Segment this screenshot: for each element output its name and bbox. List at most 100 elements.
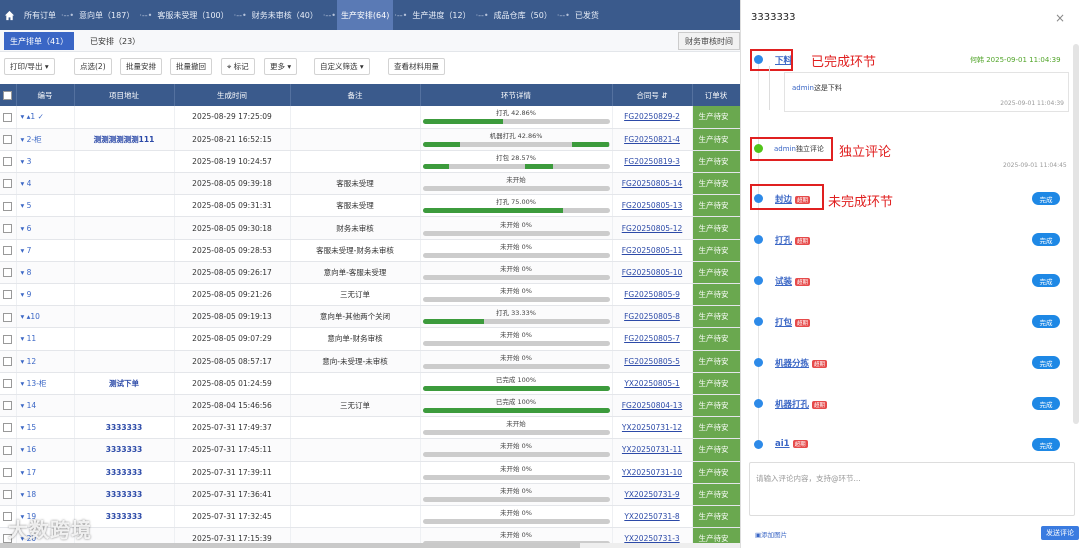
project-address[interactable] xyxy=(74,172,175,196)
row-number[interactable]: ▾ 2-柜 xyxy=(16,128,75,151)
contract-link[interactable]: FG20250821-4 xyxy=(612,128,693,151)
nav-crumb-5[interactable]: 生产进度（12） xyxy=(408,0,474,30)
nav-crumb-1[interactable]: 意向单（187） xyxy=(75,0,138,30)
node-name[interactable]: 打孔 超期 xyxy=(775,234,811,246)
print-export-dropdown[interactable]: 打印/导出 ▾ xyxy=(4,58,55,75)
close-icon[interactable]: × xyxy=(1055,11,1065,25)
progress-cell[interactable]: 打孔 75.00% xyxy=(420,194,613,218)
row-checkbox[interactable] xyxy=(0,239,17,262)
row-number[interactable]: ▾ 3 xyxy=(16,150,75,174)
project-address[interactable] xyxy=(74,194,175,218)
row-checkbox[interactable] xyxy=(0,327,17,351)
col-address[interactable]: 项目地址 xyxy=(74,84,175,106)
home-icon[interactable] xyxy=(4,9,16,21)
progress-cell[interactable]: 未开始 0% xyxy=(420,216,613,240)
comment-user[interactable]: admin xyxy=(792,84,814,92)
custom-filter-dropdown[interactable]: 自定义筛选 ▾ xyxy=(314,58,370,75)
contract-link[interactable]: YX20250731-9 xyxy=(612,483,693,506)
contract-link[interactable]: FG20250805-7 xyxy=(612,327,693,351)
contract-link[interactable]: YX20250805-1 xyxy=(612,372,693,395)
project-address[interactable] xyxy=(74,239,175,262)
nav-crumb-4[interactable]: 生产安排(64) xyxy=(336,0,394,30)
contract-link[interactable]: YX20250731-8 xyxy=(612,505,693,529)
progress-cell[interactable]: 未开始 0% xyxy=(420,239,613,262)
node-name[interactable]: 机器打孔 超期 xyxy=(775,398,828,410)
row-number[interactable]: ▾ 6 xyxy=(16,216,75,240)
nav-crumb-6[interactable]: 成品仓库（50） xyxy=(490,0,556,30)
tab-arranged[interactable]: 已安排（23） xyxy=(84,32,146,50)
select-count-button[interactable]: 点选(2) xyxy=(74,58,112,75)
row-number[interactable]: ▾ ▴10 xyxy=(16,305,75,329)
horizontal-scrollbar[interactable] xyxy=(0,543,740,548)
row-checkbox[interactable] xyxy=(0,438,17,462)
view-material-usage-button[interactable]: 查看材料用量 xyxy=(388,58,445,75)
row-checkbox[interactable] xyxy=(0,128,17,151)
batch-arrange-button[interactable]: 批量安排 xyxy=(120,58,162,75)
node-name[interactable]: 试装 超期 xyxy=(775,275,811,287)
progress-cell[interactable]: 打包 28.57% xyxy=(420,150,613,174)
select-all-checkbox[interactable] xyxy=(0,84,17,106)
table-row[interactable]: ▾ ▴10 2025-08-05 09:19:13 意向单-其他两个关闭 打孔 33.… xyxy=(0,305,740,329)
contract-link[interactable]: FG20250805-11 xyxy=(612,239,693,262)
row-number[interactable]: ▾ 13-柜 xyxy=(16,372,75,395)
table-row[interactable]: ▾ 4 2025-08-05 09:39:18 客服未受理 未开始 FG20250805… xyxy=(0,172,740,196)
contract-link[interactable]: FG20250805-10 xyxy=(612,261,693,285)
complete-button[interactable]: 完成 xyxy=(1032,274,1060,287)
row-checkbox[interactable] xyxy=(0,372,17,395)
project-address[interactable]: 3333333 xyxy=(74,438,175,462)
node-name[interactable]: 打包 超期 xyxy=(775,316,811,328)
table-row[interactable]: ▾ 19 3333333 2025-07-31 17:32:45 未开始 0% YX20… xyxy=(0,505,740,529)
table-row[interactable]: ▾ 3 2025-08-19 10:24:57 打包 28.57% FG2025081… xyxy=(0,150,740,174)
contract-link[interactable]: FG20250819-3 xyxy=(612,150,693,174)
progress-cell[interactable]: 未开始 0% xyxy=(420,461,613,484)
project-address[interactable]: 3333333 xyxy=(74,416,175,440)
table-row[interactable]: ▾ 17 3333333 2025-07-31 17:39:11 未开始 0% YX20… xyxy=(0,461,740,484)
complete-button[interactable]: 完成 xyxy=(1032,315,1060,328)
complete-button[interactable]: 完成 xyxy=(1032,397,1060,410)
contract-link[interactable]: FG20250805-9 xyxy=(612,283,693,307)
project-address[interactable] xyxy=(74,394,175,418)
node-name[interactable]: 封边 超期 xyxy=(775,193,811,205)
col-note[interactable]: 备注 xyxy=(290,84,421,106)
contract-link[interactable]: YX20250731-11 xyxy=(612,438,693,462)
row-number[interactable]: ▾ 16 xyxy=(16,438,75,462)
contract-link[interactable]: YX20250731-10 xyxy=(612,461,693,484)
contract-link[interactable]: YX20250731-12 xyxy=(612,416,693,440)
progress-cell[interactable]: 未开始 0% xyxy=(420,327,613,351)
contract-link[interactable]: FG20250829-2 xyxy=(612,106,693,129)
table-row[interactable]: ▾ ▴1 ✓ 2025-08-29 17:25:09 打孔 42.86% FG2025… xyxy=(0,106,740,129)
complete-button[interactable]: 完成 xyxy=(1032,356,1060,369)
table-row[interactable]: ▾ 9 2025-08-05 09:21:26 三无订单 未开始 0% FG202508… xyxy=(0,283,740,307)
complete-button[interactable]: 完成 xyxy=(1032,233,1060,246)
row-checkbox[interactable] xyxy=(0,483,17,506)
table-row[interactable]: ▾ 14 2025-08-04 15:46:56 三无订单 已完成 100% FG202… xyxy=(0,394,740,418)
progress-cell[interactable]: 未开始 0% xyxy=(420,283,613,307)
project-address[interactable]: 3333333 xyxy=(74,483,175,506)
table-row[interactable]: ▾ 13-柜 测试下单 2025-08-05 01:24:59 已完成 100% YX2… xyxy=(0,372,740,395)
row-number[interactable]: ▾ ▴1 ✓ xyxy=(16,106,75,129)
row-checkbox[interactable] xyxy=(0,216,17,240)
table-row[interactable]: ▾ 15 3333333 2025-07-31 17:49:37 未开始 YX20250… xyxy=(0,416,740,440)
project-address[interactable] xyxy=(74,216,175,240)
tab-scheduling[interactable]: 生产排单（41） xyxy=(4,32,75,50)
row-number[interactable]: ▾ 7 xyxy=(16,239,75,262)
row-number[interactable]: ▾ 14 xyxy=(16,394,75,418)
contract-link[interactable]: FG20250805-8 xyxy=(612,305,693,329)
progress-cell[interactable]: 未开始 0% xyxy=(420,505,613,529)
row-number[interactable]: ▾ 11 xyxy=(16,327,75,351)
row-number[interactable]: ▾ 4 xyxy=(16,172,75,196)
node-name[interactable]: 机器分拣 超期 xyxy=(775,357,828,369)
progress-cell[interactable]: 未开始 0% xyxy=(420,261,613,285)
col-progress[interactable]: 环节详情 xyxy=(420,84,613,106)
table-row[interactable]: ▾ 5 2025-08-05 09:31:31 客服未受理 打孔 75.00% FG20… xyxy=(0,194,740,218)
contract-link[interactable]: FG20250805-13 xyxy=(612,194,693,218)
progress-cell[interactable]: 机器打孔 42.86% xyxy=(420,128,613,151)
row-number[interactable]: ▾ 5 xyxy=(16,194,75,218)
row-checkbox[interactable] xyxy=(0,283,17,307)
table-row[interactable]: ▾ 11 2025-08-05 09:07:29 意向单-财务审核 未开始 0% FG2… xyxy=(0,327,740,351)
col-status[interactable]: 订单状 xyxy=(692,84,740,106)
contract-link[interactable]: FG20250804-13 xyxy=(612,394,693,418)
row-checkbox[interactable] xyxy=(0,350,17,373)
progress-cell[interactable]: 未开始 0% xyxy=(420,483,613,506)
contract-link[interactable]: FG20250805-12 xyxy=(612,216,693,240)
